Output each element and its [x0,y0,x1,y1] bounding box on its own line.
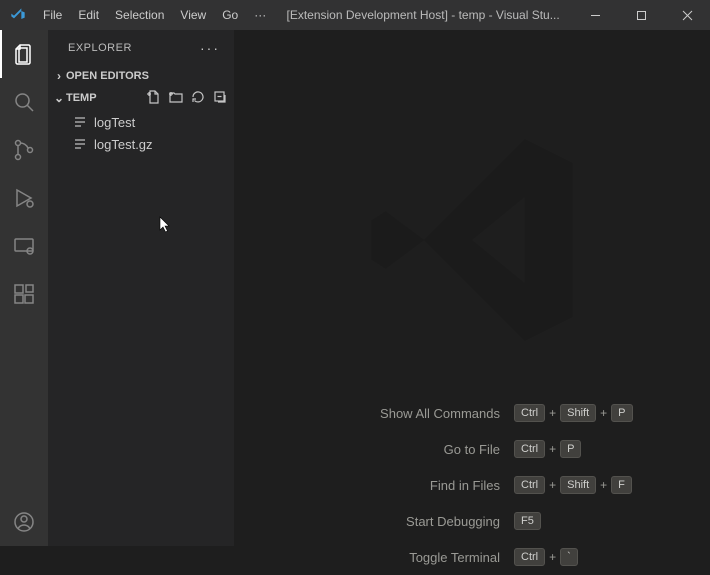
key-separator: + [549,406,556,420]
activity-extensions[interactable] [0,270,48,318]
vscode-watermark-icon [352,120,592,365]
shortcut-keys: Ctrl + P [514,440,674,458]
sidebar-more-actions[interactable]: ··· [200,40,220,56]
shortcut-label: Find in Files [270,478,500,493]
shortcut-row: Go to File Ctrl + P [234,431,710,467]
activity-run-debug[interactable] [0,174,48,222]
sidebar-explorer: EXPLORER ··· › OPEN EDITORS ⌄ TEMP logTe… [48,30,234,546]
menu-go[interactable]: Go [214,8,246,22]
menu-bar: File Edit Selection View Go [35,8,246,22]
file-name: logTest [94,115,135,130]
shortcut-label: Go to File [270,442,500,457]
title-bar: File Edit Selection View Go ··· [Extensi… [0,0,710,30]
maximize-button[interactable] [618,0,664,30]
folder-header-actions [146,89,228,108]
file-item[interactable]: logTest [48,111,234,133]
activity-search[interactable] [0,78,48,126]
chevron-right-icon: › [52,69,66,83]
sidebar-header: EXPLORER ··· [48,30,234,65]
key-separator: + [600,406,607,420]
shortcut-keys: Ctrl + Shift + P [514,404,674,422]
shortcut-keys: Ctrl + ` [514,548,674,566]
file-icon [72,136,88,152]
keycap: Ctrl [514,404,545,422]
keycap: ` [560,548,578,566]
keycap: P [560,440,581,458]
file-name: logTest.gz [94,137,153,152]
menu-edit[interactable]: Edit [70,8,107,22]
file-icon [72,114,88,130]
key-separator: + [549,442,556,456]
close-button[interactable] [664,0,710,30]
chevron-down-icon: ⌄ [52,91,66,105]
menu-overflow[interactable]: ··· [246,8,274,22]
file-item[interactable]: logTest.gz [48,133,234,155]
window-title: [Extension Development Host] - temp - Vi… [274,8,572,22]
refresh-icon[interactable] [190,89,206,108]
section-open-editors-label: OPEN EDITORS [66,70,149,82]
shortcut-row: Find in Files Ctrl + Shift + F [234,467,710,503]
collapse-all-icon[interactable] [212,89,228,108]
shortcut-label: Show All Commands [270,406,500,421]
keycap: F5 [514,512,541,530]
menu-selection[interactable]: Selection [107,8,172,22]
shortcut-keys: F5 [514,512,674,530]
shortcut-row: Toggle Terminal Ctrl + ` [234,539,710,575]
section-folder-label: TEMP [66,92,97,104]
workbench: EXPLORER ··· › OPEN EDITORS ⌄ TEMP logTe… [0,30,710,546]
shortcut-row: Show All Commands Ctrl + Shift + P [234,395,710,431]
key-separator: + [600,478,607,492]
keycap: F [611,476,632,494]
section-open-editors[interactable]: › OPEN EDITORS [48,65,234,87]
activity-source-control[interactable] [0,126,48,174]
sidebar-title: EXPLORER [68,42,132,54]
shortcut-label: Toggle Terminal [270,550,500,565]
activity-explorer[interactable] [0,30,48,78]
keycap: Shift [560,476,596,494]
vscode-logo-icon [0,7,35,23]
welcome-shortcuts: Show All Commands Ctrl + Shift + P Go to File C… [234,395,710,575]
window-controls [572,0,710,30]
activity-accounts[interactable] [0,498,48,546]
new-folder-icon[interactable] [168,89,184,108]
key-separator: + [549,478,556,492]
new-file-icon[interactable] [146,89,162,108]
keycap: Ctrl [514,476,545,494]
key-separator: + [549,550,556,564]
editor-area: Show All Commands Ctrl + Shift + P Go to File C… [234,30,710,546]
shortcut-keys: Ctrl + Shift + F [514,476,674,494]
keycap: Ctrl [514,548,545,566]
menu-view[interactable]: View [172,8,214,22]
shortcut-row: Start Debugging F5 [234,503,710,539]
menu-file[interactable]: File [35,8,70,22]
file-tree: logTest logTest.gz [48,109,234,157]
activity-remote[interactable] [0,222,48,270]
minimize-button[interactable] [572,0,618,30]
section-folder[interactable]: ⌄ TEMP [48,87,234,109]
keycap: P [611,404,632,422]
activity-bar [0,30,48,546]
keycap: Ctrl [514,440,545,458]
keycap: Shift [560,404,596,422]
shortcut-label: Start Debugging [270,514,500,529]
